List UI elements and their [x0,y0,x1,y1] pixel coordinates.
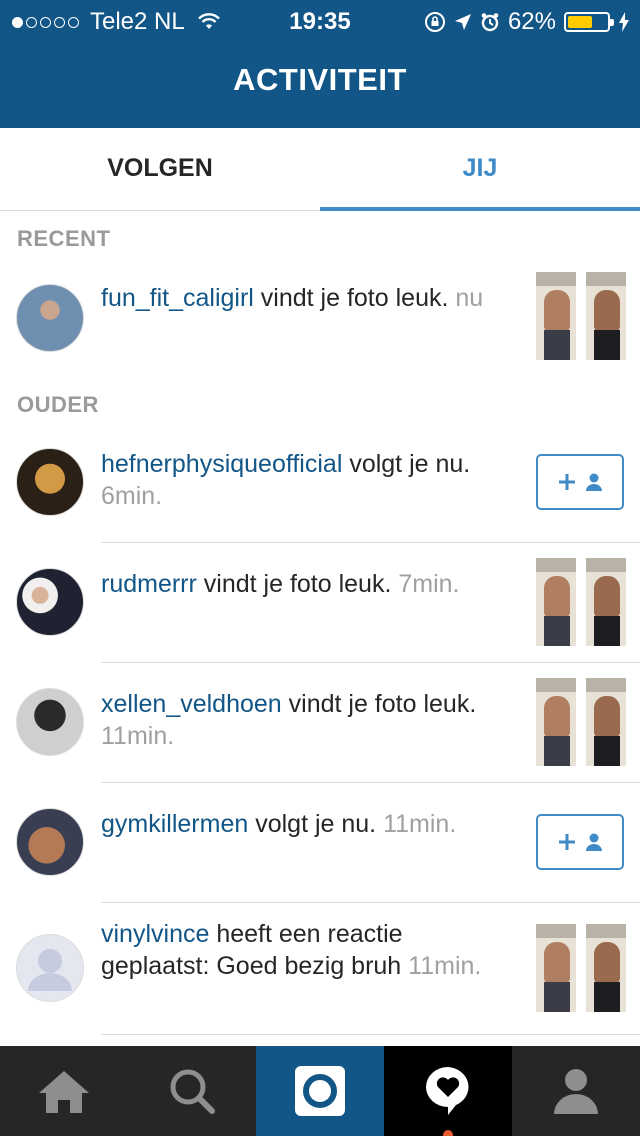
search-icon [170,1069,215,1114]
follow-button[interactable] [536,454,624,510]
avatar[interactable] [16,284,84,352]
photo-thumbnails[interactable] [536,272,626,360]
activity-row[interactable]: fun_fit_caligirl vindt je foto leuk. nu [0,268,640,368]
tab-profile[interactable] [512,1046,640,1136]
activity-time: 6min. [101,482,163,510]
rotation-lock-icon [424,12,445,32]
activity-text: gymkillermen volgt je nu. 11min. [101,808,511,840]
username-link[interactable]: hefnerphysiqueofficial [101,450,342,478]
photo-thumbnail[interactable] [586,924,626,1012]
avatar[interactable] [16,688,84,756]
section-heading-recent: RECENT [17,226,111,251]
activity-time: 11min. [383,810,457,838]
username-link[interactable]: fun_fit_caligirl [101,284,254,312]
charging-icon [619,12,629,32]
section-heading-older: OUDER [17,392,99,417]
battery-percentage: 62% [507,8,556,35]
activity-text: xellen_veldhoen vindt je foto leuk. 11mi… [101,688,511,752]
default-avatar-icon [28,949,72,991]
tab-camera[interactable] [256,1046,384,1136]
photo-thumbnail[interactable] [536,558,576,646]
photo-thumbnail[interactable] [536,924,576,1012]
activity-time: 7min. [398,570,460,598]
avatar[interactable] [16,568,84,636]
add-user-icon [559,833,602,851]
activity-time: 11min. [408,952,482,980]
photo-thumbnails[interactable] [536,558,626,646]
activity-tabs: VOLGEN JIJ [0,128,640,211]
tab-search[interactable] [128,1046,256,1136]
activity-text: rudmerrr vindt je foto leuk. 7min. [101,568,511,600]
photo-thumbnail[interactable] [586,272,626,360]
status-bar: Tele2 NL 19:35 62% [0,0,640,40]
activity-action: vindt je foto leuk. [281,690,477,718]
activity-row[interactable]: xellen_veldhoen vindt je foto leuk. 11mi… [0,662,640,782]
activity-row[interactable]: hefnerphysiqueofficial volgt je nu. 6min… [0,434,640,542]
location-icon [454,14,471,30]
activity-row[interactable]: rudmerrr vindt je foto leuk. 7min. [0,542,640,662]
page-title: ACTIVITEIT [233,62,407,97]
add-user-icon [559,473,602,491]
username-link[interactable]: vinylvince [101,920,209,948]
activity-action: vindt je foto leuk. [196,570,392,598]
activity-action: volgt je nu. [248,810,377,838]
bottom-tab-bar [0,1046,640,1136]
activity-row[interactable]: gymkillermen volgt je nu. 11min. [0,782,640,902]
alarm-icon [481,13,499,32]
tab-you[interactable]: JIJ [320,128,640,211]
activity-action: volgt je nu. [342,450,471,478]
follow-button[interactable] [536,814,624,870]
profile-icon [554,1069,598,1114]
photo-thumbnail[interactable] [536,678,576,766]
username-link[interactable]: gymkillermen [101,810,248,838]
battery-icon [564,12,614,32]
camera-icon [295,1066,345,1116]
activity-text: fun_fit_caligirl vindt je foto leuk. nu [101,282,511,314]
photo-thumbnails[interactable] [536,924,626,1012]
username-link[interactable]: rudmerrr [101,570,197,598]
activity-time: nu [455,284,484,312]
battery-level [568,16,592,28]
tab-following[interactable]: VOLGEN [0,128,320,210]
activity-row[interactable]: vinylvince heeft een reactie geplaatst: … [0,902,640,1034]
avatar-placeholder-icon[interactable] [16,934,84,1002]
photo-thumbnail[interactable] [586,678,626,766]
avatar[interactable] [16,808,84,876]
header: Tele2 NL 19:35 62% ACTIVITEIT [0,0,640,128]
activity-time: 11min. [101,722,175,750]
home-icon [39,1071,89,1113]
photo-thumbnail[interactable] [586,558,626,646]
app-screen: Tele2 NL 19:35 62% ACTIVITEIT VOLGEN JIJ… [0,0,640,1136]
tab-home[interactable] [0,1046,128,1136]
row-divider [101,1034,640,1035]
username-link[interactable]: xellen_veldhoen [101,690,282,718]
tab-activity[interactable] [384,1046,512,1136]
activity-text: hefnerphysiqueofficial volgt je nu. 6min… [101,448,511,512]
notification-dot [443,1130,453,1136]
activity-icon [426,1067,469,1115]
activity-action: vindt je foto leuk. [253,284,449,312]
activity-text: vinylvince heeft een reactie geplaatst: … [101,918,511,982]
photo-thumbnails[interactable] [536,678,626,766]
photo-thumbnail[interactable] [536,272,576,360]
avatar[interactable] [16,448,84,516]
